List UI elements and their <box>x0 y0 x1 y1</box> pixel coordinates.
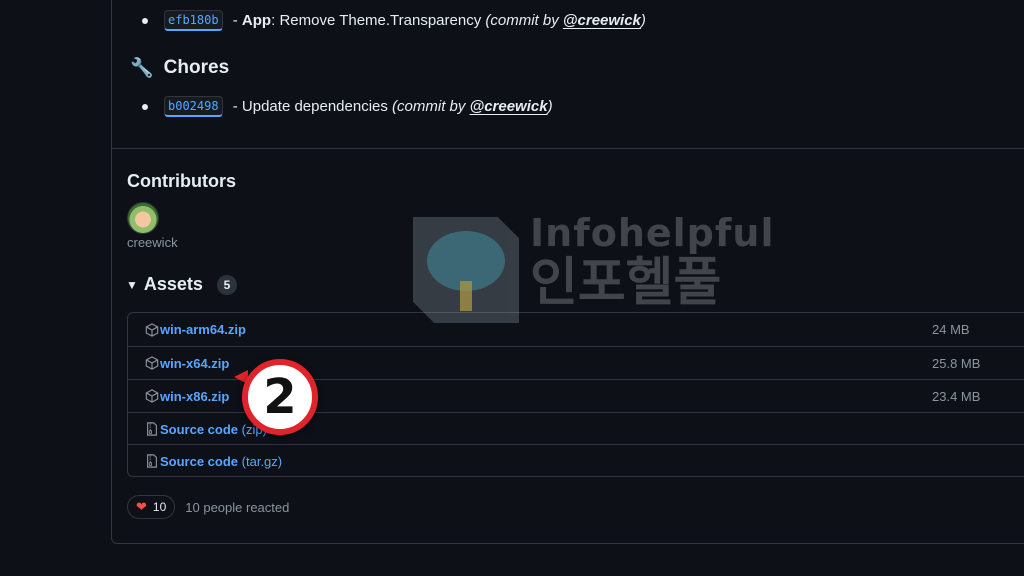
package-icon <box>145 389 159 403</box>
author-mention-link[interactable]: @creewick <box>563 12 641 29</box>
assets-title: Assets <box>143 274 203 294</box>
assets-count-badge: 5 <box>216 274 237 295</box>
changelog-section: efb180b - App: Remove Theme.Transparency… <box>112 0 1024 149</box>
commit-sha-link[interactable]: efb180b <box>164 10 223 31</box>
step-number: 2 <box>263 369 297 425</box>
commit-sha-link[interactable]: b002498 <box>164 96 223 117</box>
colon: : <box>271 12 280 29</box>
asset-name: win-arm64.zip <box>160 322 246 337</box>
wrench-icon: 🔧 <box>130 58 154 79</box>
asset-name: Source code <box>160 421 239 437</box>
contributor-name[interactable]: creewick <box>127 235 178 250</box>
asset-name: win-x64.zip <box>160 355 230 371</box>
asset-download-link[interactable]: win-x86.zip <box>160 389 229 404</box>
commit-message: - Update dependencies <box>232 98 388 115</box>
commit-by-label: (commit by <box>392 98 466 115</box>
heart-icon: ❤ <box>136 499 147 514</box>
commit-message: Remove Theme.Transparency <box>279 12 482 29</box>
reaction-count: 10 <box>152 500 167 514</box>
file-zip-icon <box>147 454 157 468</box>
contributor-avatar[interactable] <box>127 202 159 234</box>
asset-ext: (tar.gz) <box>241 453 283 469</box>
asset-size: 24 MB <box>932 322 970 337</box>
chores-title: Chores <box>163 57 230 78</box>
asset-download-link[interactable]: win-arm64.zip <box>160 322 246 337</box>
author-mention-link[interactable]: @creewick <box>470 98 548 115</box>
watermark-logo <box>413 217 519 323</box>
asset-download-link[interactable]: Source code (tar.gz) <box>160 454 282 469</box>
dash: - <box>228 12 242 29</box>
assets-toggle[interactable]: ▼ Assets 5 <box>126 274 237 295</box>
package-icon <box>145 322 159 337</box>
heart-reaction-button[interactable]: ❤ 10 <box>127 495 176 519</box>
asset-size: 25.8 MB <box>932 355 981 371</box>
changelog-item: b002498 - Update dependencies (commit by… <box>142 96 553 117</box>
watermark-text: Infohelpful 인포헬풀 <box>530 211 775 313</box>
reactions-bar: ❤ 10 10 people reacted <box>127 495 289 519</box>
chores-heading: 🔧 Chores <box>130 56 229 80</box>
asset-download-link[interactable]: win-x64.zip <box>160 356 229 371</box>
asset-row: Source code (tar.gz) <box>128 444 1024 477</box>
step-number-badge: 2 <box>242 359 318 435</box>
asset-size: 23.4 MB <box>932 388 981 404</box>
reactions-summary: 10 people reacted <box>185 499 290 515</box>
bullet <box>142 17 148 24</box>
commit-scope: App <box>241 12 272 29</box>
commit-by-close: ) <box>547 98 553 115</box>
package-icon <box>145 356 159 370</box>
changelog-item: efb180b - App: Remove Theme.Transparency… <box>142 10 646 31</box>
asset-name: Source code <box>160 453 239 469</box>
asset-download-link[interactable]: Source code (zip) <box>160 422 267 437</box>
contributors-title: Contributors <box>127 171 236 191</box>
bullet <box>142 103 148 110</box>
asset-name: win-x86.zip <box>160 388 230 404</box>
asset-row: win-arm64.zip 24 MB <box>128 313 1024 346</box>
commit-by-close: ) <box>640 12 646 29</box>
watermark-en: Infohelpful <box>530 211 775 255</box>
commit-by-label: (commit by <box>485 12 559 29</box>
file-zip-icon <box>147 422 157 436</box>
caret-down-icon: ▼ <box>126 277 138 292</box>
watermark-ko: 인포헬풀 <box>530 252 722 313</box>
